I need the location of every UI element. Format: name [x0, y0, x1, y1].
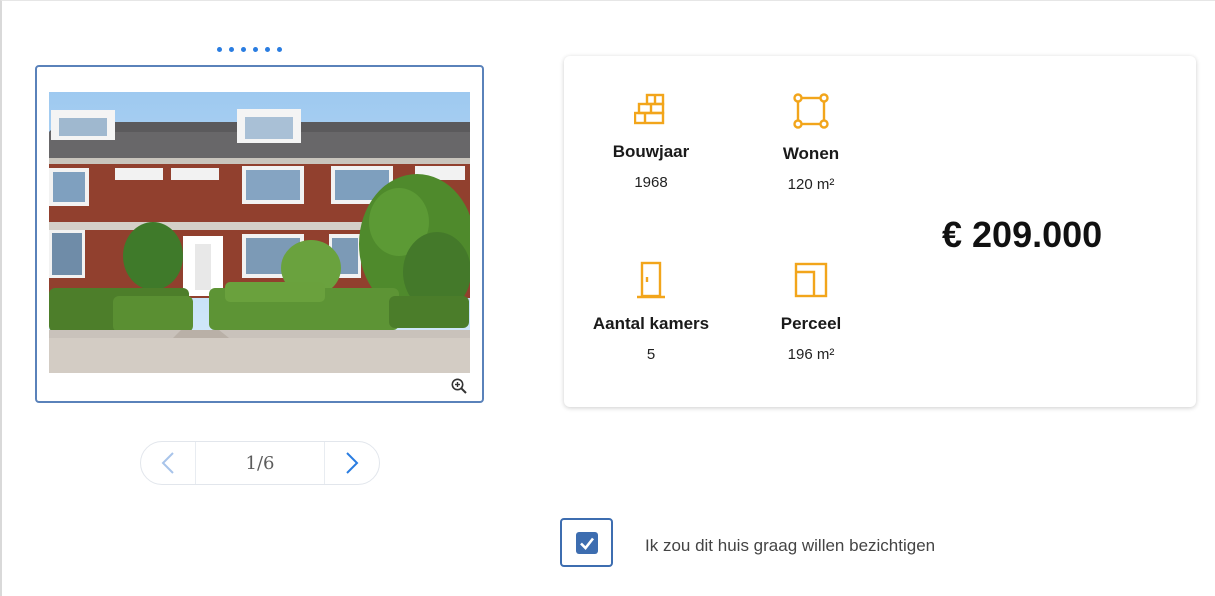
feature-perceel: Perceel 196 m² [726, 260, 896, 363]
photo-counter: 1/6 [245, 452, 275, 474]
feature-value: 196 m² [787, 346, 835, 363]
zoom-in-icon[interactable] [450, 377, 468, 395]
checkmark-icon [580, 537, 595, 550]
feature-label: Aantal kamers [592, 314, 710, 333]
house-photo[interactable] [49, 92, 470, 373]
carousel-dot[interactable] [265, 47, 270, 52]
plot-icon [794, 262, 828, 298]
carousel-dot[interactable] [253, 47, 258, 52]
carousel-dot[interactable] [217, 47, 222, 52]
feature-value: 1968 [634, 174, 668, 191]
chevron-left-icon [161, 452, 174, 474]
feature-label: Wonen [782, 144, 840, 163]
feature-wonen: Wonen 120 m² [726, 92, 896, 193]
viewing-checkbox[interactable] [560, 518, 613, 567]
feature-value: 120 m² [787, 176, 835, 193]
checkbox-box [576, 532, 598, 554]
bricks-icon [634, 93, 665, 125]
house-photo-image [49, 92, 470, 373]
previous-photo-button[interactable] [141, 442, 196, 484]
carousel-dots [217, 47, 282, 52]
page-frame: 1/6 Bouwjaar 1968 Wonen 120 m² Aantal ka… [0, 0, 1215, 596]
carousel-dot[interactable] [241, 47, 246, 52]
door-icon [637, 261, 665, 299]
chevron-right-icon [346, 452, 359, 474]
feature-value: 5 [646, 346, 656, 363]
feature-label: Perceel [780, 314, 842, 333]
gallery-pager: 1/6 [140, 441, 380, 485]
price: € 209.000 [942, 214, 1103, 255]
viewing-checkbox-label[interactable]: Ik zou dit huis graag willen bezichtigen [645, 536, 935, 556]
feature-bouwjaar: Bouwjaar 1968 [566, 92, 736, 191]
feature-aantal-kamers: Aantal kamers 5 [566, 260, 736, 363]
carousel-dot[interactable] [277, 47, 282, 52]
feature-label: Bouwjaar [612, 142, 690, 161]
carousel-dot[interactable] [229, 47, 234, 52]
next-photo-button[interactable] [324, 442, 379, 484]
area-square-icon [793, 93, 829, 129]
property-details-card: Bouwjaar 1968 Wonen 120 m² Aantal kamers… [564, 56, 1196, 407]
photo-card[interactable] [35, 65, 484, 403]
